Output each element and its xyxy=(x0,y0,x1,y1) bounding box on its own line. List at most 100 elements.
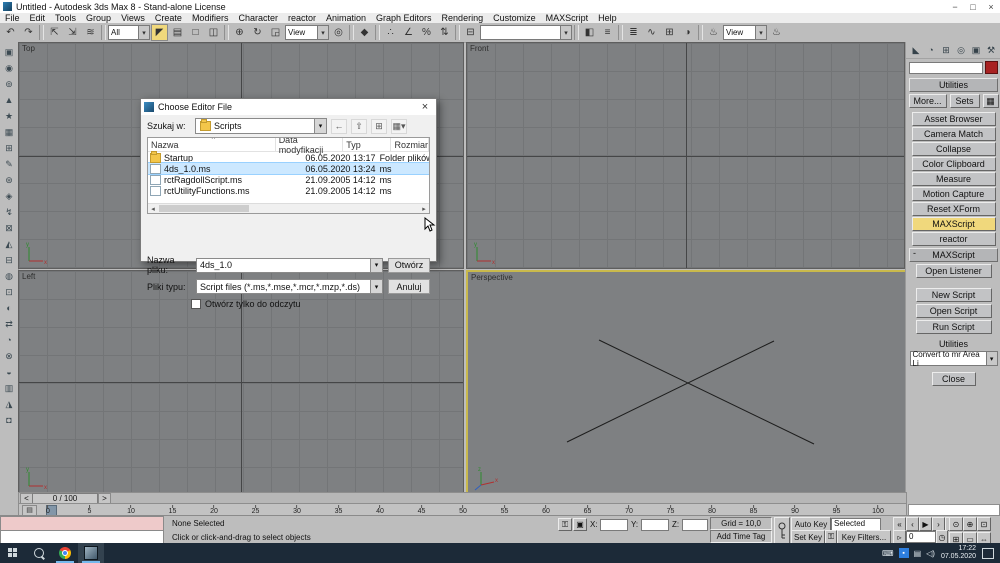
x-coordinate-field[interactable] xyxy=(600,519,628,531)
more-button[interactable]: More... xyxy=(909,94,947,108)
viewport-perspective[interactable]: Perspective zx xyxy=(466,270,907,496)
add-time-tag[interactable]: Add Time Tag xyxy=(710,530,772,543)
look-in-dropdown[interactable]: Scripts ▾ xyxy=(195,118,327,134)
menu-modifiers[interactable]: Modifiers xyxy=(187,13,234,23)
create-tab-icon[interactable]: ◣ xyxy=(910,44,923,56)
set-key-toggle-icon[interactable] xyxy=(774,517,790,544)
taskbar-search-button[interactable] xyxy=(26,543,52,563)
file-row[interactable]: rctRagdollScript.ms21.09.2005 14:12ms xyxy=(148,174,429,185)
open-button[interactable]: Otwórz xyxy=(388,258,430,273)
menu-maxscript[interactable]: MAXScript xyxy=(541,13,594,23)
reactor-toolbar-icon[interactable]: ▣ xyxy=(2,45,16,59)
column-name[interactable]: Nazwa ˄ xyxy=(148,138,276,151)
menu-graph-editors[interactable]: Graph Editors xyxy=(371,13,437,23)
readonly-checkbox[interactable] xyxy=(191,299,201,309)
close-icon[interactable]: × xyxy=(982,2,1000,12)
taskbar-3dsmax-button[interactable] xyxy=(78,543,104,563)
viewport-left-label[interactable]: Left xyxy=(22,272,35,281)
maxscript-utility-button[interactable]: MAXScript xyxy=(912,217,996,231)
dialog-close-icon[interactable]: × xyxy=(417,101,433,113)
select-and-link-icon[interactable]: ⇱ xyxy=(46,24,63,41)
start-button[interactable] xyxy=(0,543,26,563)
key-icon[interactable]: ⚿ xyxy=(825,530,837,544)
select-by-name-icon[interactable]: ▤ xyxy=(169,24,186,41)
use-pivot-point-center-icon[interactable]: ◎ xyxy=(330,24,347,41)
reactor-toolbar-icon[interactable]: ◐ xyxy=(2,301,16,315)
viewport-front[interactable]: Front yx xyxy=(466,42,905,269)
auto-key-button[interactable]: Auto Key xyxy=(791,517,831,531)
reactor-toolbar-icon[interactable]: ◘ xyxy=(2,413,16,427)
reactor-toolbar-icon[interactable]: ⇄ xyxy=(2,317,16,331)
curve-editor-icon[interactable]: ∿ xyxy=(643,24,660,41)
utilities-dropdown[interactable]: Convert to mr Area Li ▾ xyxy=(910,351,998,366)
modify-tab-icon[interactable]: ◔ xyxy=(925,44,938,56)
previous-frame-icon[interactable]: ‹ xyxy=(906,517,919,531)
select-and-manipulate-icon[interactable]: ◆ xyxy=(356,24,373,41)
taskbar-chrome-button[interactable] xyxy=(52,543,78,563)
tray-app-icon[interactable]: ▪ xyxy=(899,548,909,558)
key-filters-button[interactable]: Key Filters... xyxy=(837,530,891,544)
reactor-toolbar-icon[interactable]: ⊛ xyxy=(2,173,16,187)
menu-help[interactable]: Help xyxy=(593,13,622,23)
column-type[interactable]: Typ xyxy=(343,138,391,151)
reactor-toolbar-icon[interactable]: ◈ xyxy=(2,189,16,203)
utilities-config-icon[interactable]: ▦ xyxy=(983,94,999,108)
menu-character[interactable]: Character xyxy=(233,13,283,23)
select-and-move-icon[interactable]: ⊕ xyxy=(231,24,248,41)
menu-tools[interactable]: Tools xyxy=(50,13,81,23)
hierarchy-tab-icon[interactable]: ⊞ xyxy=(940,44,953,56)
named-selection-sets-icon[interactable]: ⊟ xyxy=(462,24,479,41)
file-row[interactable]: rctUtilityFunctions.ms21.09.2005 14:12ms xyxy=(148,185,429,196)
object-color-swatch[interactable] xyxy=(985,61,998,74)
redo-icon[interactable]: ↷ xyxy=(20,24,37,41)
new-folder-icon[interactable]: ⊞ xyxy=(371,119,387,134)
set-key-button[interactable]: Set Key xyxy=(791,530,825,544)
file-row[interactable]: 4ds_1.0.ms06.05.2020 13:24ms xyxy=(148,163,429,174)
column-size[interactable]: Rozmiar xyxy=(391,138,429,151)
selection-filter-dropdown[interactable]: All▾ xyxy=(108,25,150,40)
horizontal-scrollbar[interactable]: ◂ ▸ xyxy=(148,203,429,213)
render-type-dropdown[interactable]: View▾ xyxy=(723,25,767,40)
schematic-view-icon[interactable]: ⊞ xyxy=(661,24,678,41)
zoom-all-icon[interactable]: ⊕ xyxy=(963,517,977,531)
dialog-titlebar[interactable]: Choose Editor File × xyxy=(141,99,436,115)
mirror-icon[interactable]: ◧ xyxy=(581,24,598,41)
next-frame-icon[interactable]: › xyxy=(932,517,945,531)
sets-button[interactable]: Sets xyxy=(950,94,980,108)
render-scene-icon[interactable]: ♨ xyxy=(705,24,722,41)
asset-browser-utility-button[interactable]: Asset Browser xyxy=(912,112,996,126)
scrollbar-track[interactable] xyxy=(158,204,419,213)
maximize-icon[interactable]: □ xyxy=(964,2,982,12)
collapse-utility-button[interactable]: Collapse xyxy=(912,142,996,156)
maxscript-rollout-header[interactable]: - MAXScript xyxy=(909,248,998,262)
menu-group[interactable]: Group xyxy=(81,13,116,23)
run-script-button[interactable]: Run Script xyxy=(916,320,992,334)
spinner-snap-icon[interactable]: ⇅ xyxy=(436,24,453,41)
scroll-right-icon[interactable]: ▸ xyxy=(419,205,429,213)
y-coordinate-field[interactable] xyxy=(641,519,669,531)
unlink-selection-icon[interactable]: ⇲ xyxy=(64,24,81,41)
select-and-scale-icon[interactable]: ◲ xyxy=(267,24,284,41)
utilities-rollout-header[interactable]: Utilities xyxy=(909,78,998,92)
reset-xform-utility-button[interactable]: Reset XForm xyxy=(912,202,996,216)
align-icon[interactable]: ≡ xyxy=(599,24,616,41)
quick-render-icon[interactable]: ♨ xyxy=(768,24,785,41)
reactor-toolbar-icon[interactable]: ★ xyxy=(2,109,16,123)
menu-views[interactable]: Views xyxy=(116,13,150,23)
select-and-rotate-icon[interactable]: ↻ xyxy=(249,24,266,41)
snap-toggle-icon[interactable]: ∴ xyxy=(382,24,399,41)
play-icon[interactable]: ▶ xyxy=(919,517,932,531)
measure-utility-button[interactable]: Measure xyxy=(912,172,996,186)
reactor-toolbar-icon[interactable]: ▲ xyxy=(2,93,16,107)
reactor-toolbar-icon[interactable]: ⊟ xyxy=(2,253,16,267)
bind-to-space-warp-icon[interactable]: ≋ xyxy=(82,24,99,41)
reactor-toolbar-icon[interactable]: ↯ xyxy=(2,205,16,219)
menu-animation[interactable]: Animation xyxy=(321,13,371,23)
rectangular-selection-region-icon[interactable]: □ xyxy=(187,24,204,41)
maxscript-mini-listener-macro[interactable] xyxy=(0,516,164,531)
key-mode-toggle-icon[interactable]: ▹ xyxy=(893,530,906,544)
filetype-dropdown[interactable]: Script files (*.ms,*.mse,*.mcr,*.mzp,*.d… xyxy=(196,279,383,294)
motion-tab-icon[interactable]: ◎ xyxy=(955,44,968,56)
collapse-icon[interactable]: - xyxy=(913,248,916,258)
reactor-toolbar-icon[interactable]: ⊞ xyxy=(2,141,16,155)
